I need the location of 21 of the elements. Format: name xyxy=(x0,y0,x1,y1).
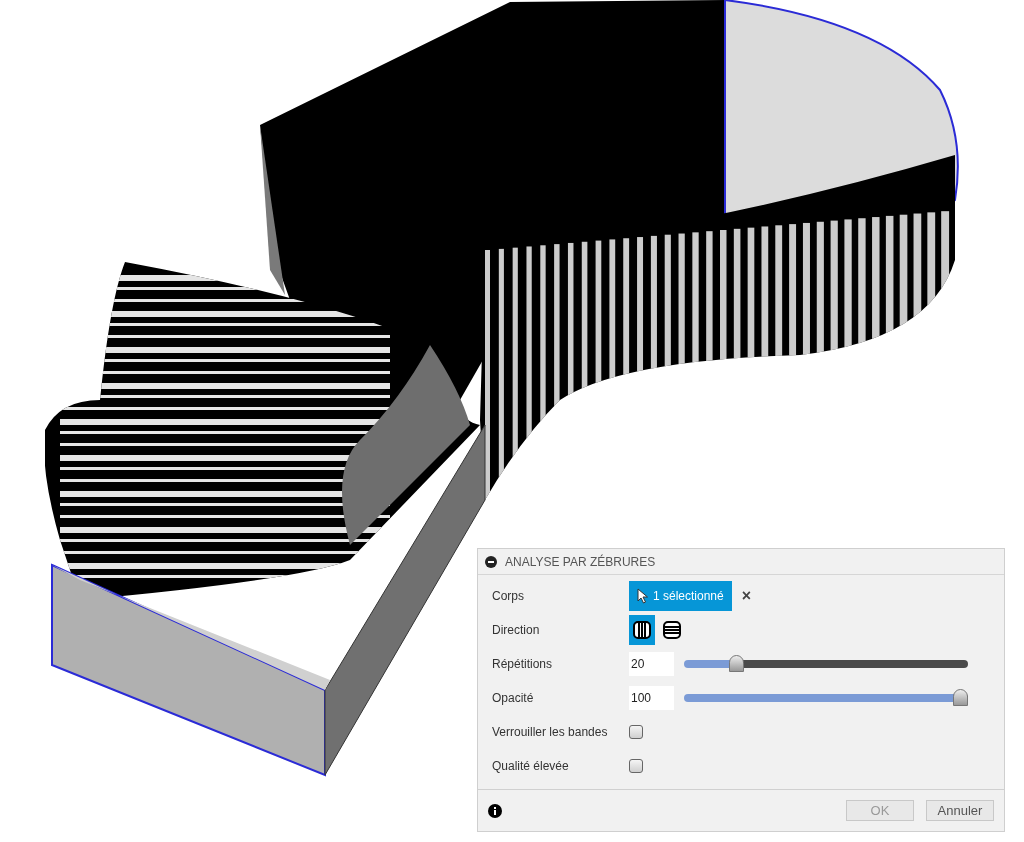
slider-thumb[interactable] xyxy=(728,655,744,672)
dialog-button[interactable]: Annuler xyxy=(926,800,994,821)
field-label: Opacité xyxy=(492,690,535,707)
collapse-icon[interactable] xyxy=(485,555,497,568)
cursor-icon xyxy=(637,588,649,604)
field-label: Verrouiller les bandes xyxy=(492,724,609,741)
checkbox[interactable] xyxy=(629,759,643,773)
direction-option[interactable] xyxy=(629,615,655,645)
value-field[interactable]: 20 xyxy=(629,652,674,676)
field-label: Répétitions xyxy=(492,656,554,673)
field-label: Corps xyxy=(492,588,525,605)
info-icon[interactable] xyxy=(488,803,502,818)
slider-thumb[interactable] xyxy=(952,689,968,706)
field-label: Qualité élevée xyxy=(492,758,570,775)
vertical-stripes-icon xyxy=(633,621,651,639)
clear-selection-button[interactable]: × xyxy=(741,584,752,608)
field-label: Direction xyxy=(492,622,541,639)
value-field[interactable]: 100 xyxy=(629,686,674,710)
horizontal-stripes-icon xyxy=(663,621,681,639)
panel-title: ANALYSE PAR ZÉBRURES xyxy=(505,553,656,571)
checkbox[interactable] xyxy=(629,725,643,739)
